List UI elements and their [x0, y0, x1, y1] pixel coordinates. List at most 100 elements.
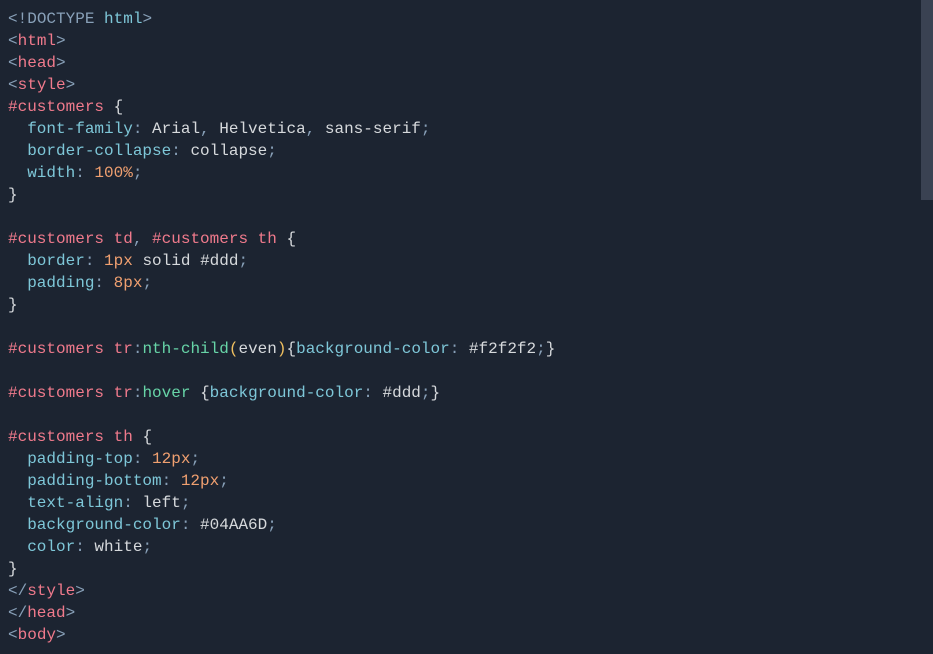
code-token: , — [200, 120, 219, 138]
code-line[interactable]: <style> — [8, 74, 913, 96]
code-token: #customers — [152, 230, 248, 248]
code-token: } — [8, 560, 18, 578]
code-line[interactable]: border-collapse: collapse; — [8, 140, 913, 162]
code-token: Helvetica — [219, 120, 305, 138]
code-line[interactable]: <html> — [8, 30, 913, 52]
code-line[interactable]: color: white; — [8, 536, 913, 558]
code-token: ; — [238, 252, 248, 270]
code-line[interactable]: padding-top: 12px; — [8, 448, 913, 470]
code-token: #f2f2f2 — [469, 340, 536, 358]
code-token — [190, 252, 200, 270]
code-line[interactable]: #customers tr:hover {background-color: #… — [8, 382, 913, 404]
code-token: padding — [27, 274, 94, 292]
code-token: ; — [142, 274, 152, 292]
code-token: : — [123, 494, 142, 512]
code-line[interactable]: <head> — [8, 52, 913, 74]
code-line[interactable]: border: 1px solid #ddd; — [8, 250, 913, 272]
code-line[interactable]: text-align: left; — [8, 492, 913, 514]
code-token: < — [8, 626, 18, 644]
code-line[interactable]: #customers tr:nth-child(even){background… — [8, 338, 913, 360]
code-token: : — [181, 516, 200, 534]
code-token: even — [238, 340, 276, 358]
code-token: padding-bottom — [27, 472, 161, 490]
code-editor[interactable]: <!DOCTYPE html><html><head><style>#custo… — [0, 0, 921, 654]
code-token: > — [75, 582, 85, 600]
code-token: #ddd — [383, 384, 421, 402]
code-token: </ — [8, 604, 27, 622]
code-line[interactable]: #customers { — [8, 96, 913, 118]
code-line[interactable]: <body> — [8, 624, 913, 646]
code-token: head — [27, 604, 65, 622]
code-token — [104, 340, 114, 358]
code-token: #customers — [8, 98, 104, 116]
code-token: white — [94, 538, 142, 556]
code-token: ; — [536, 340, 546, 358]
code-token: { — [142, 428, 152, 446]
code-token — [104, 98, 114, 116]
code-token: : — [75, 538, 94, 556]
code-line[interactable]: padding: 8px; — [8, 272, 913, 294]
scrollbar-track[interactable] — [921, 0, 933, 646]
code-line[interactable]: width: 100%; — [8, 162, 913, 184]
code-token: > — [56, 32, 66, 50]
code-line[interactable]: background-color: #04AA6D; — [8, 514, 913, 536]
code-token: : — [133, 340, 143, 358]
code-token: ; — [267, 516, 277, 534]
code-token: nth-child — [142, 340, 228, 358]
code-token: hover — [142, 384, 190, 402]
code-line[interactable]: </style> — [8, 580, 913, 602]
code-line[interactable] — [8, 404, 913, 426]
code-line[interactable]: } — [8, 558, 913, 580]
code-token — [8, 252, 27, 270]
code-token: td — [114, 230, 133, 248]
code-token: > — [66, 604, 76, 622]
code-token: #customers — [8, 340, 104, 358]
code-token: ; — [219, 472, 229, 490]
scrollbar-thumb[interactable] — [921, 0, 933, 200]
code-token: collapse — [190, 142, 267, 160]
code-token: #customers — [8, 428, 104, 446]
code-line[interactable]: #customers td, #customers th { — [8, 228, 913, 250]
code-token: > — [142, 10, 152, 28]
code-token: #customers — [8, 230, 104, 248]
code-token: th — [258, 230, 277, 248]
code-token: ; — [142, 538, 152, 556]
code-token: color — [27, 538, 75, 556]
code-token: : — [363, 384, 382, 402]
code-token: { — [286, 230, 296, 248]
code-token: th — [114, 428, 133, 446]
code-token: #04AA6D — [200, 516, 267, 534]
code-token — [104, 384, 114, 402]
code-line[interactable]: <!DOCTYPE html> — [8, 8, 913, 30]
code-token: Arial — [152, 120, 200, 138]
code-line[interactable] — [8, 316, 913, 338]
code-token: head — [18, 54, 56, 72]
code-token: background-color — [27, 516, 181, 534]
code-token: : — [162, 472, 181, 490]
code-token: left — [142, 494, 180, 512]
code-token — [104, 428, 114, 446]
code-line[interactable]: padding-bottom: 12px; — [8, 470, 913, 492]
code-token: body — [18, 626, 56, 644]
code-token — [104, 230, 114, 248]
code-token: ; — [181, 494, 191, 512]
code-token: 1px — [104, 252, 133, 270]
code-token — [94, 10, 104, 28]
code-line[interactable] — [8, 206, 913, 228]
code-token — [190, 384, 200, 402]
code-line[interactable]: </head> — [8, 602, 913, 624]
code-line[interactable]: font-family: Arial, Helvetica, sans-seri… — [8, 118, 913, 140]
code-token — [8, 494, 27, 512]
code-token: ; — [133, 164, 143, 182]
code-token: sans-serif — [325, 120, 421, 138]
code-line[interactable]: } — [8, 184, 913, 206]
code-token — [133, 428, 143, 446]
code-line[interactable]: #customers th { — [8, 426, 913, 448]
code-line[interactable] — [8, 360, 913, 382]
code-token: style — [27, 582, 75, 600]
code-token: ; — [267, 142, 277, 160]
code-token — [8, 472, 27, 490]
code-token: > — [66, 76, 76, 94]
code-token: style — [18, 76, 66, 94]
code-line[interactable]: } — [8, 294, 913, 316]
